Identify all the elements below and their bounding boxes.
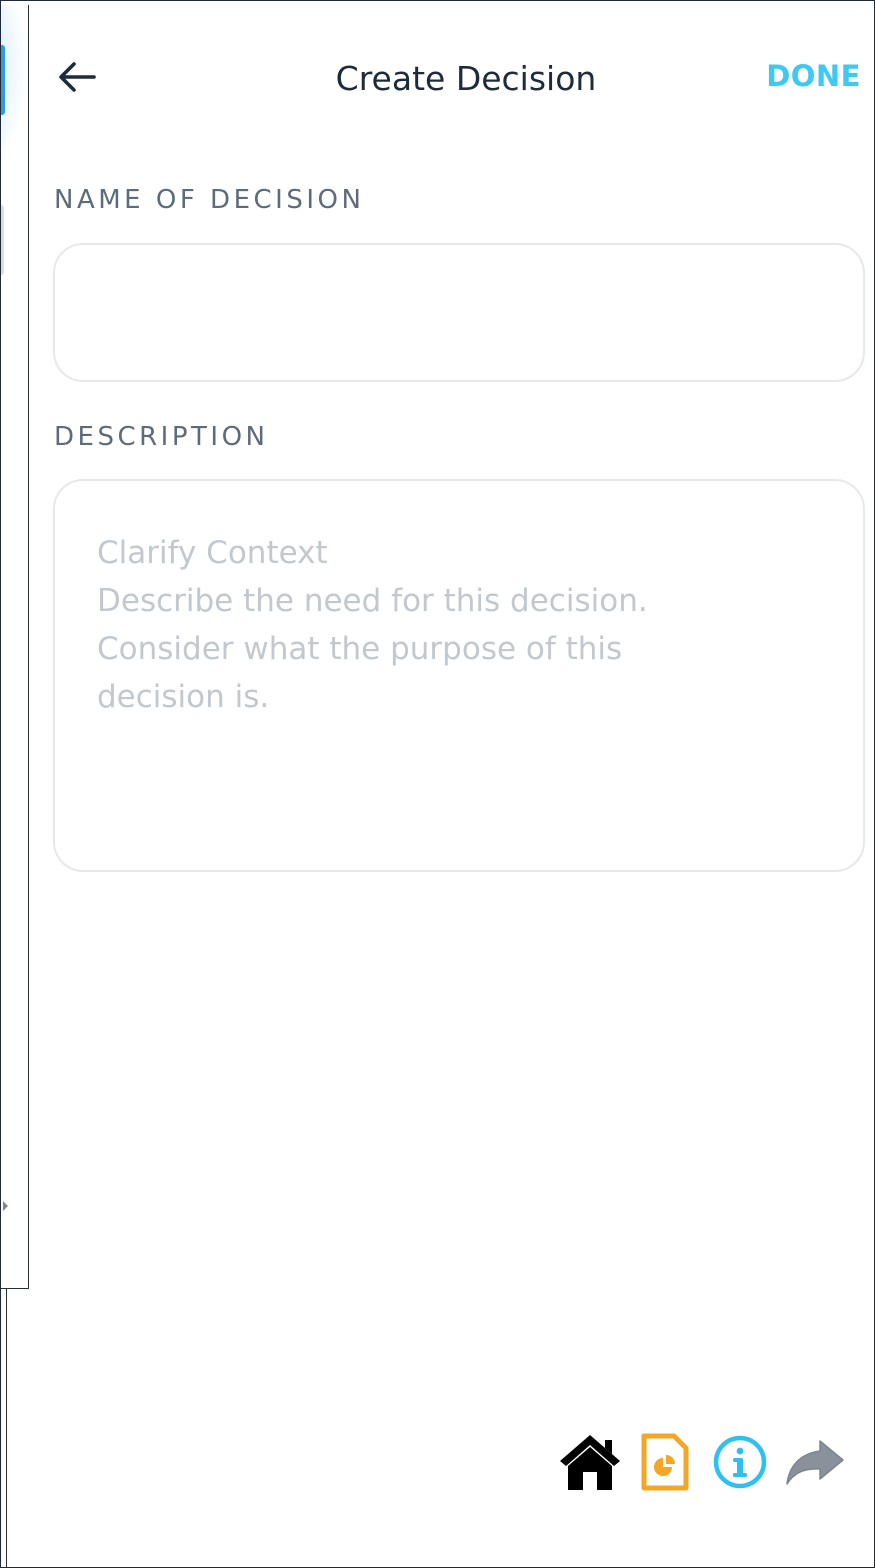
name-input[interactable] [55,245,863,380]
description-label: DESCRIPTION [54,422,269,452]
info-button[interactable] [707,1429,773,1495]
done-button[interactable]: DONE [766,59,861,93]
name-label: NAME OF DECISION [54,185,365,215]
app-frame: Create Decision DONE NAME OF DECISION DE… [0,0,875,1568]
background-window-edge [1,1289,7,1567]
home-icon [560,1435,620,1490]
background-arrow-icon [3,1201,8,1211]
share-icon [786,1440,844,1485]
info-icon [713,1435,767,1489]
description-field-container [53,479,865,872]
background-window [1,5,29,1289]
page-title: Create Decision [335,59,597,98]
header: Create Decision DONE [41,41,871,111]
background-tab [1,205,4,275]
report-button[interactable] [632,1429,698,1495]
bottom-toolbar [557,1429,848,1495]
home-button[interactable] [557,1429,623,1495]
description-input[interactable] [55,481,863,870]
share-button[interactable] [782,1429,848,1495]
background-tab-active [1,45,5,115]
name-field-container [53,243,865,382]
report-icon [641,1433,689,1491]
